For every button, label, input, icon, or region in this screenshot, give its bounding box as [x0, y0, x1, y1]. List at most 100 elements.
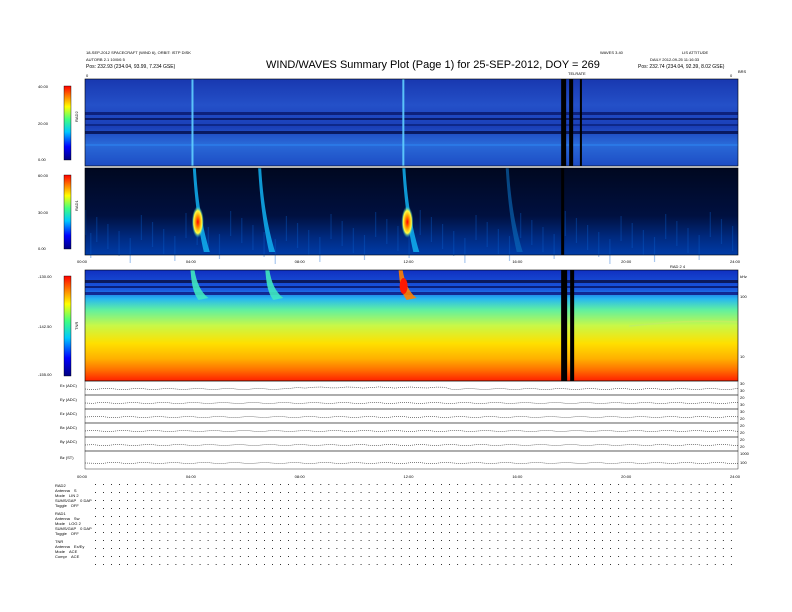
- footer-tick: [199, 524, 201, 525]
- footer-tick: [352, 540, 354, 541]
- footer-tick: [167, 548, 169, 549]
- footer-tick: [505, 508, 507, 509]
- footer-tick: [272, 540, 273, 541]
- footer-tick: [223, 540, 225, 541]
- footer-tick: [610, 540, 611, 541]
- footer-tick: [690, 564, 692, 565]
- footer-tick: [304, 540, 306, 541]
- footer-tick: [449, 564, 450, 565]
- footer-tick: [513, 524, 515, 525]
- rad1-burst-core: [401, 206, 414, 238]
- footer-tick: [569, 500, 571, 501]
- footer-tick: [537, 524, 539, 525]
- footer-tick: [505, 500, 507, 501]
- footer-tick: [256, 484, 257, 485]
- footer-tick: [674, 484, 676, 485]
- footer-tick: [280, 508, 281, 509]
- footer-tick: [658, 564, 660, 565]
- rad1-burst-core: [191, 206, 204, 238]
- footer-tick: [618, 524, 620, 525]
- footer-tick: [545, 540, 547, 541]
- footer-tick: [425, 508, 426, 509]
- footer-tick: [610, 484, 611, 485]
- footer-tick: [376, 508, 378, 509]
- footer-tick: [441, 532, 442, 533]
- footer-tick: [360, 508, 362, 509]
- footer-tick: [408, 524, 410, 525]
- footer-tick: [449, 508, 450, 509]
- footer-tick: [537, 556, 539, 557]
- footer-tick: [473, 524, 475, 525]
- footer-tick: [215, 548, 217, 549]
- time-tick-label: 08:00: [294, 474, 305, 479]
- footer-tick: [392, 564, 394, 565]
- rad1-streak: [531, 220, 533, 245]
- footer-tick: [578, 516, 579, 517]
- footer-tick: [674, 524, 676, 525]
- footer-tick: [175, 500, 177, 501]
- footer-tick: [505, 492, 507, 493]
- rad2-band: [85, 112, 738, 115]
- footer-tick: [336, 556, 338, 557]
- footer-tick: [594, 516, 595, 517]
- footer-tick: [231, 492, 233, 493]
- footer-tick: [143, 484, 145, 485]
- footer-tick: [368, 556, 370, 557]
- footer-tick: [553, 484, 555, 485]
- footer-tick: [400, 500, 402, 501]
- footer-tick: [602, 564, 603, 565]
- rad1-streak: [185, 213, 187, 238]
- footer-tick: [376, 524, 378, 525]
- footer-tick: [674, 516, 676, 517]
- footer-tick: [714, 516, 716, 517]
- tnr-tick-top: -130.00: [38, 274, 52, 279]
- footer-tick: [634, 484, 636, 485]
- footer-tick: [602, 548, 603, 549]
- footer-tick: [111, 516, 112, 517]
- footer-tick: [328, 492, 330, 493]
- footer-tick: [199, 564, 201, 565]
- footer-tick: [545, 500, 547, 501]
- footer-tick: [569, 556, 571, 557]
- footer-tick: [642, 540, 644, 541]
- footer-tick: [400, 516, 402, 517]
- footer-tick: [626, 532, 628, 533]
- footer-tick: [706, 532, 708, 533]
- footer-tick: [561, 564, 563, 565]
- rad1-streak: [430, 217, 433, 242]
- footer-tick: [344, 564, 346, 565]
- footer-tick: [336, 540, 338, 541]
- footer-tick: [666, 484, 668, 485]
- line-trace: [84, 462, 739, 464]
- footer-tick: [111, 484, 112, 485]
- footer-tick: [199, 516, 201, 517]
- footer-tick: [215, 524, 217, 525]
- footer-tick: [336, 484, 338, 485]
- footer-tick: [296, 548, 298, 549]
- footer-tick: [376, 556, 378, 557]
- footer-tick: [135, 524, 137, 525]
- line-rval-ez-a: 30: [740, 409, 745, 414]
- footer-tick: [119, 532, 120, 533]
- footer-tick: [561, 556, 563, 557]
- footer-tick: [344, 540, 346, 541]
- tnr-gap: [561, 270, 568, 381]
- footer-tick: [272, 524, 273, 525]
- footer-tick: [433, 548, 434, 549]
- line-label-ex: Ex (ADC): [60, 383, 77, 388]
- footer-tick: [618, 532, 620, 533]
- footer-tick: [537, 564, 539, 565]
- footer-tick: [642, 532, 644, 533]
- footer-tick: [239, 532, 241, 533]
- footer-tick: [569, 532, 571, 533]
- footer-tick: [183, 540, 185, 541]
- footer-tick: [360, 564, 362, 565]
- footer-tick: [344, 492, 346, 493]
- rad1-streak: [118, 231, 120, 256]
- footer-tick: [95, 492, 96, 493]
- footer-tick: [199, 500, 201, 501]
- footer-tick: [658, 524, 660, 525]
- footer-tick: [658, 540, 660, 541]
- footer-tick: [167, 508, 169, 509]
- footer-tick: [602, 500, 603, 501]
